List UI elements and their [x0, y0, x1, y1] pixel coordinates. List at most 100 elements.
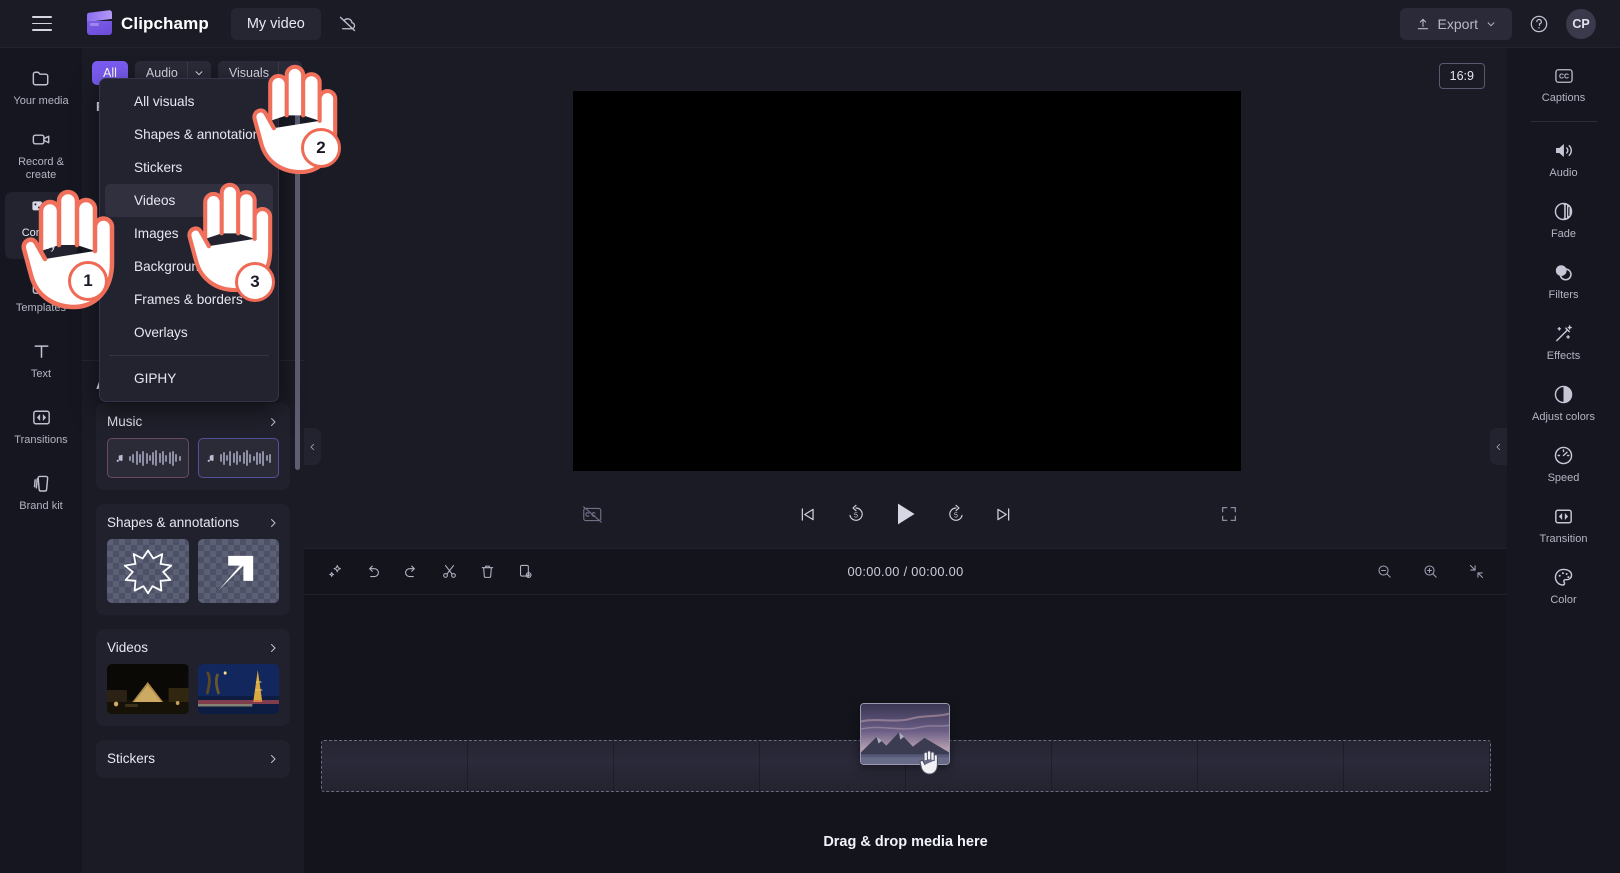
hamburger-icon[interactable]: [25, 7, 59, 41]
timeline-tools: [304, 557, 540, 587]
text-icon: [34, 344, 48, 358]
section-thumbs: [107, 438, 279, 478]
sidebar-item-label: Record & create: [18, 156, 64, 181]
property-item-color[interactable]: Color: [1516, 557, 1612, 615]
divider: [1530, 121, 1597, 122]
sidebar-item-text[interactable]: Text: [5, 329, 77, 391]
brand-kit-icon: [33, 475, 48, 492]
property-item-fade[interactable]: Fade: [1516, 191, 1612, 249]
property-item-label: Fade: [1550, 227, 1577, 240]
sidebar-item-record-create[interactable]: Record & create: [5, 122, 77, 188]
drop-hint-text: Drag & drop media here: [823, 834, 988, 850]
property-item-label: Effects: [1546, 349, 1581, 362]
dropdown-item-overlays[interactable]: Overlays: [105, 316, 273, 349]
magic-wand-icon: [1556, 324, 1572, 341]
chevron-down-icon: [1487, 21, 1495, 26]
fade-icon: [1554, 202, 1573, 220]
fit-to-screen-icon[interactable]: [1461, 557, 1491, 587]
eiffel-tower-night-thumb: [197, 664, 279, 714]
duplicate-icon[interactable]: [510, 557, 540, 587]
section-header-shapes[interactable]: Shapes & annotations: [107, 515, 279, 530]
undo-icon[interactable]: [358, 557, 388, 587]
project-title-input[interactable]: My video: [230, 7, 321, 40]
forward-5-icon[interactable]: 5: [943, 501, 969, 527]
avatar[interactable]: CP: [1566, 8, 1596, 39]
video-preview-canvas[interactable]: [573, 91, 1241, 471]
zoom-in-icon[interactable]: [1415, 557, 1445, 587]
transitions-icon: [32, 410, 50, 424]
dropdown-item-giphy[interactable]: GIPHY: [105, 362, 273, 395]
filters-icon: [1555, 264, 1572, 281]
music-thumb-1[interactable]: [107, 438, 189, 478]
skip-to-start-icon[interactable]: [795, 501, 821, 527]
section-header-videos[interactable]: Videos: [107, 640, 279, 655]
step-badge-1: 1: [68, 261, 108, 301]
preview-stage: 16:9 5 5: [304, 48, 1507, 548]
contrast-icon: [1554, 385, 1573, 403]
rewind-5-icon[interactable]: 5: [843, 501, 869, 527]
music-note-icon: [116, 454, 123, 462]
help-circle-icon[interactable]: [1526, 11, 1552, 37]
chevron-down-icon: [195, 71, 203, 76]
upload-icon: [1417, 18, 1428, 29]
section-thumbs: [107, 664, 279, 714]
player-controls-bar: 5 5: [304, 480, 1507, 548]
property-item-label: Transition: [1539, 532, 1588, 545]
property-item-transition[interactable]: Transition: [1516, 496, 1612, 554]
library-section-music: Music: [96, 403, 290, 490]
sidebar-item-label: Brand kit: [19, 499, 63, 512]
brand: Clipchamp: [87, 9, 209, 35]
app-header: Clipchamp My video Export CP: [0, 0, 1620, 48]
delete-trash-icon[interactable]: [472, 557, 502, 587]
export-button[interactable]: Export: [1399, 7, 1512, 40]
sidebar-item-transitions[interactable]: Transitions: [5, 395, 77, 457]
export-label: Export: [1437, 15, 1478, 32]
split-scissors-icon[interactable]: [434, 557, 464, 587]
section-header-music[interactable]: Music: [107, 414, 279, 429]
header-actions: Export CP: [1399, 7, 1620, 40]
section-header-stickers[interactable]: Stickers: [107, 751, 279, 766]
collapse-properties-button[interactable]: [1490, 428, 1507, 465]
svg-text:5: 5: [954, 512, 958, 520]
property-item-adjust-colors[interactable]: Adjust colors: [1516, 374, 1612, 432]
sidebar-item-your-media[interactable]: Your media: [5, 56, 77, 118]
property-item-speed[interactable]: Speed: [1516, 435, 1612, 493]
cloud-off-icon[interactable]: [335, 11, 361, 37]
property-item-filters[interactable]: Filters: [1516, 252, 1612, 310]
timeline-body[interactable]: Drag & drop media here: [304, 595, 1507, 873]
shape-thumb-arrow[interactable]: [197, 539, 279, 603]
zoom-out-icon[interactable]: [1369, 557, 1399, 587]
shape-thumb-starburst[interactable]: [107, 539, 189, 603]
skip-to-end-icon[interactable]: [991, 501, 1017, 527]
section-title: Music: [107, 414, 143, 429]
chevron-right-icon: [271, 417, 276, 426]
property-item-captions[interactable]: CC Captions: [1516, 56, 1612, 114]
redo-icon[interactable]: [396, 557, 426, 587]
property-item-label: Speed: [1547, 471, 1580, 484]
video-thumb-eiffel[interactable]: [197, 664, 279, 714]
starburst-shape-icon: [123, 549, 172, 595]
folder-icon: [32, 71, 48, 85]
closed-captions-icon: CC: [1554, 69, 1573, 83]
aspect-ratio-button[interactable]: 16:9: [1438, 63, 1485, 89]
annotation-hand-1: [8, 185, 126, 313]
music-thumb-2[interactable]: [197, 438, 279, 478]
brand-name: Clipchamp: [121, 13, 209, 33]
captions-off-icon[interactable]: [579, 501, 605, 527]
property-item-effects[interactable]: Effects: [1516, 313, 1612, 371]
step-badge-2: 2: [301, 128, 341, 168]
video-thumb-louvre[interactable]: [107, 664, 189, 714]
magic-sparkle-icon[interactable]: [320, 557, 350, 587]
video-camera-icon: [32, 134, 49, 145]
sidebar-item-brand-kit[interactable]: Brand kit: [5, 461, 77, 523]
transition-icon: [1555, 509, 1572, 523]
chevron-right-icon: [271, 754, 276, 763]
chevron-left-icon: [1496, 443, 1501, 450]
step-badge-3: 3: [235, 262, 275, 302]
fullscreen-icon[interactable]: [1216, 501, 1242, 527]
music-note-icon: [207, 454, 214, 462]
collapse-library-button[interactable]: [304, 428, 321, 465]
speedometer-icon: [1554, 446, 1573, 464]
play-button[interactable]: [891, 499, 921, 529]
property-item-audio[interactable]: Audio: [1516, 130, 1612, 188]
